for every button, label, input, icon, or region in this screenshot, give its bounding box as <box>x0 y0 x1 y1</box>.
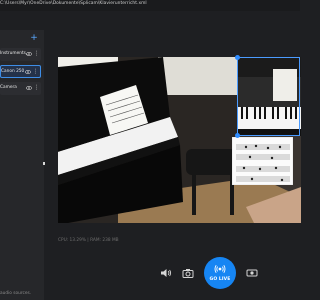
resize-handle-top-left[interactable] <box>235 55 240 60</box>
more-options-icon[interactable]: ⋮ <box>33 84 40 92</box>
sheet-music-overlay-image <box>232 137 293 185</box>
performance-stats: CPU: 13.29% | RAM: 238 MB <box>58 238 119 243</box>
scene-label: Camera <box>0 85 17 90</box>
eye-icon[interactable] <box>26 85 32 91</box>
scene-item-canon[interactable]: Canon 250 ⋮ <box>0 65 41 78</box>
title-bar: C:\Users\Myr\OneDrive\Dokumente\Splicam\… <box>0 0 300 11</box>
speaker-icon[interactable] <box>160 267 172 279</box>
scene-item-camera[interactable]: Camera ⋮ <box>0 82 41 95</box>
scene-label: Canon 250 <box>1 69 25 74</box>
panel-resize-handle[interactable] <box>43 162 45 165</box>
record-icon[interactable] <box>246 267 258 279</box>
broadcast-icon <box>214 264 226 274</box>
preview-canvas[interactable] <box>58 57 301 223</box>
scene-item-instruments[interactable]: Instruments_ ⋮ <box>0 48 41 61</box>
keyboard-overlay-image <box>237 57 301 136</box>
go-live-button[interactable]: GO LIVE <box>204 257 236 289</box>
eye-icon[interactable] <box>26 51 32 57</box>
eye-icon[interactable] <box>25 69 31 75</box>
go-live-label: GO LIVE <box>209 277 231 282</box>
audio-sources-note: audio sources. <box>0 291 32 296</box>
scenes-sidebar: Instruments_ ⋮ Canon 250 ⋮ Camera ⋮ audi… <box>0 30 44 300</box>
camera-icon[interactable] <box>182 267 194 279</box>
top-bar <box>0 11 300 30</box>
more-options-icon[interactable]: ⋮ <box>32 68 39 76</box>
plus-icon[interactable]: + <box>30 34 38 43</box>
scene-label: Instruments_ <box>0 51 29 56</box>
more-options-icon[interactable]: ⋮ <box>33 50 40 58</box>
window-title: C:\Users\Myr\OneDrive\Dokumente\Splicam\… <box>0 1 147 6</box>
resize-handle-bottom-left[interactable] <box>235 133 240 138</box>
